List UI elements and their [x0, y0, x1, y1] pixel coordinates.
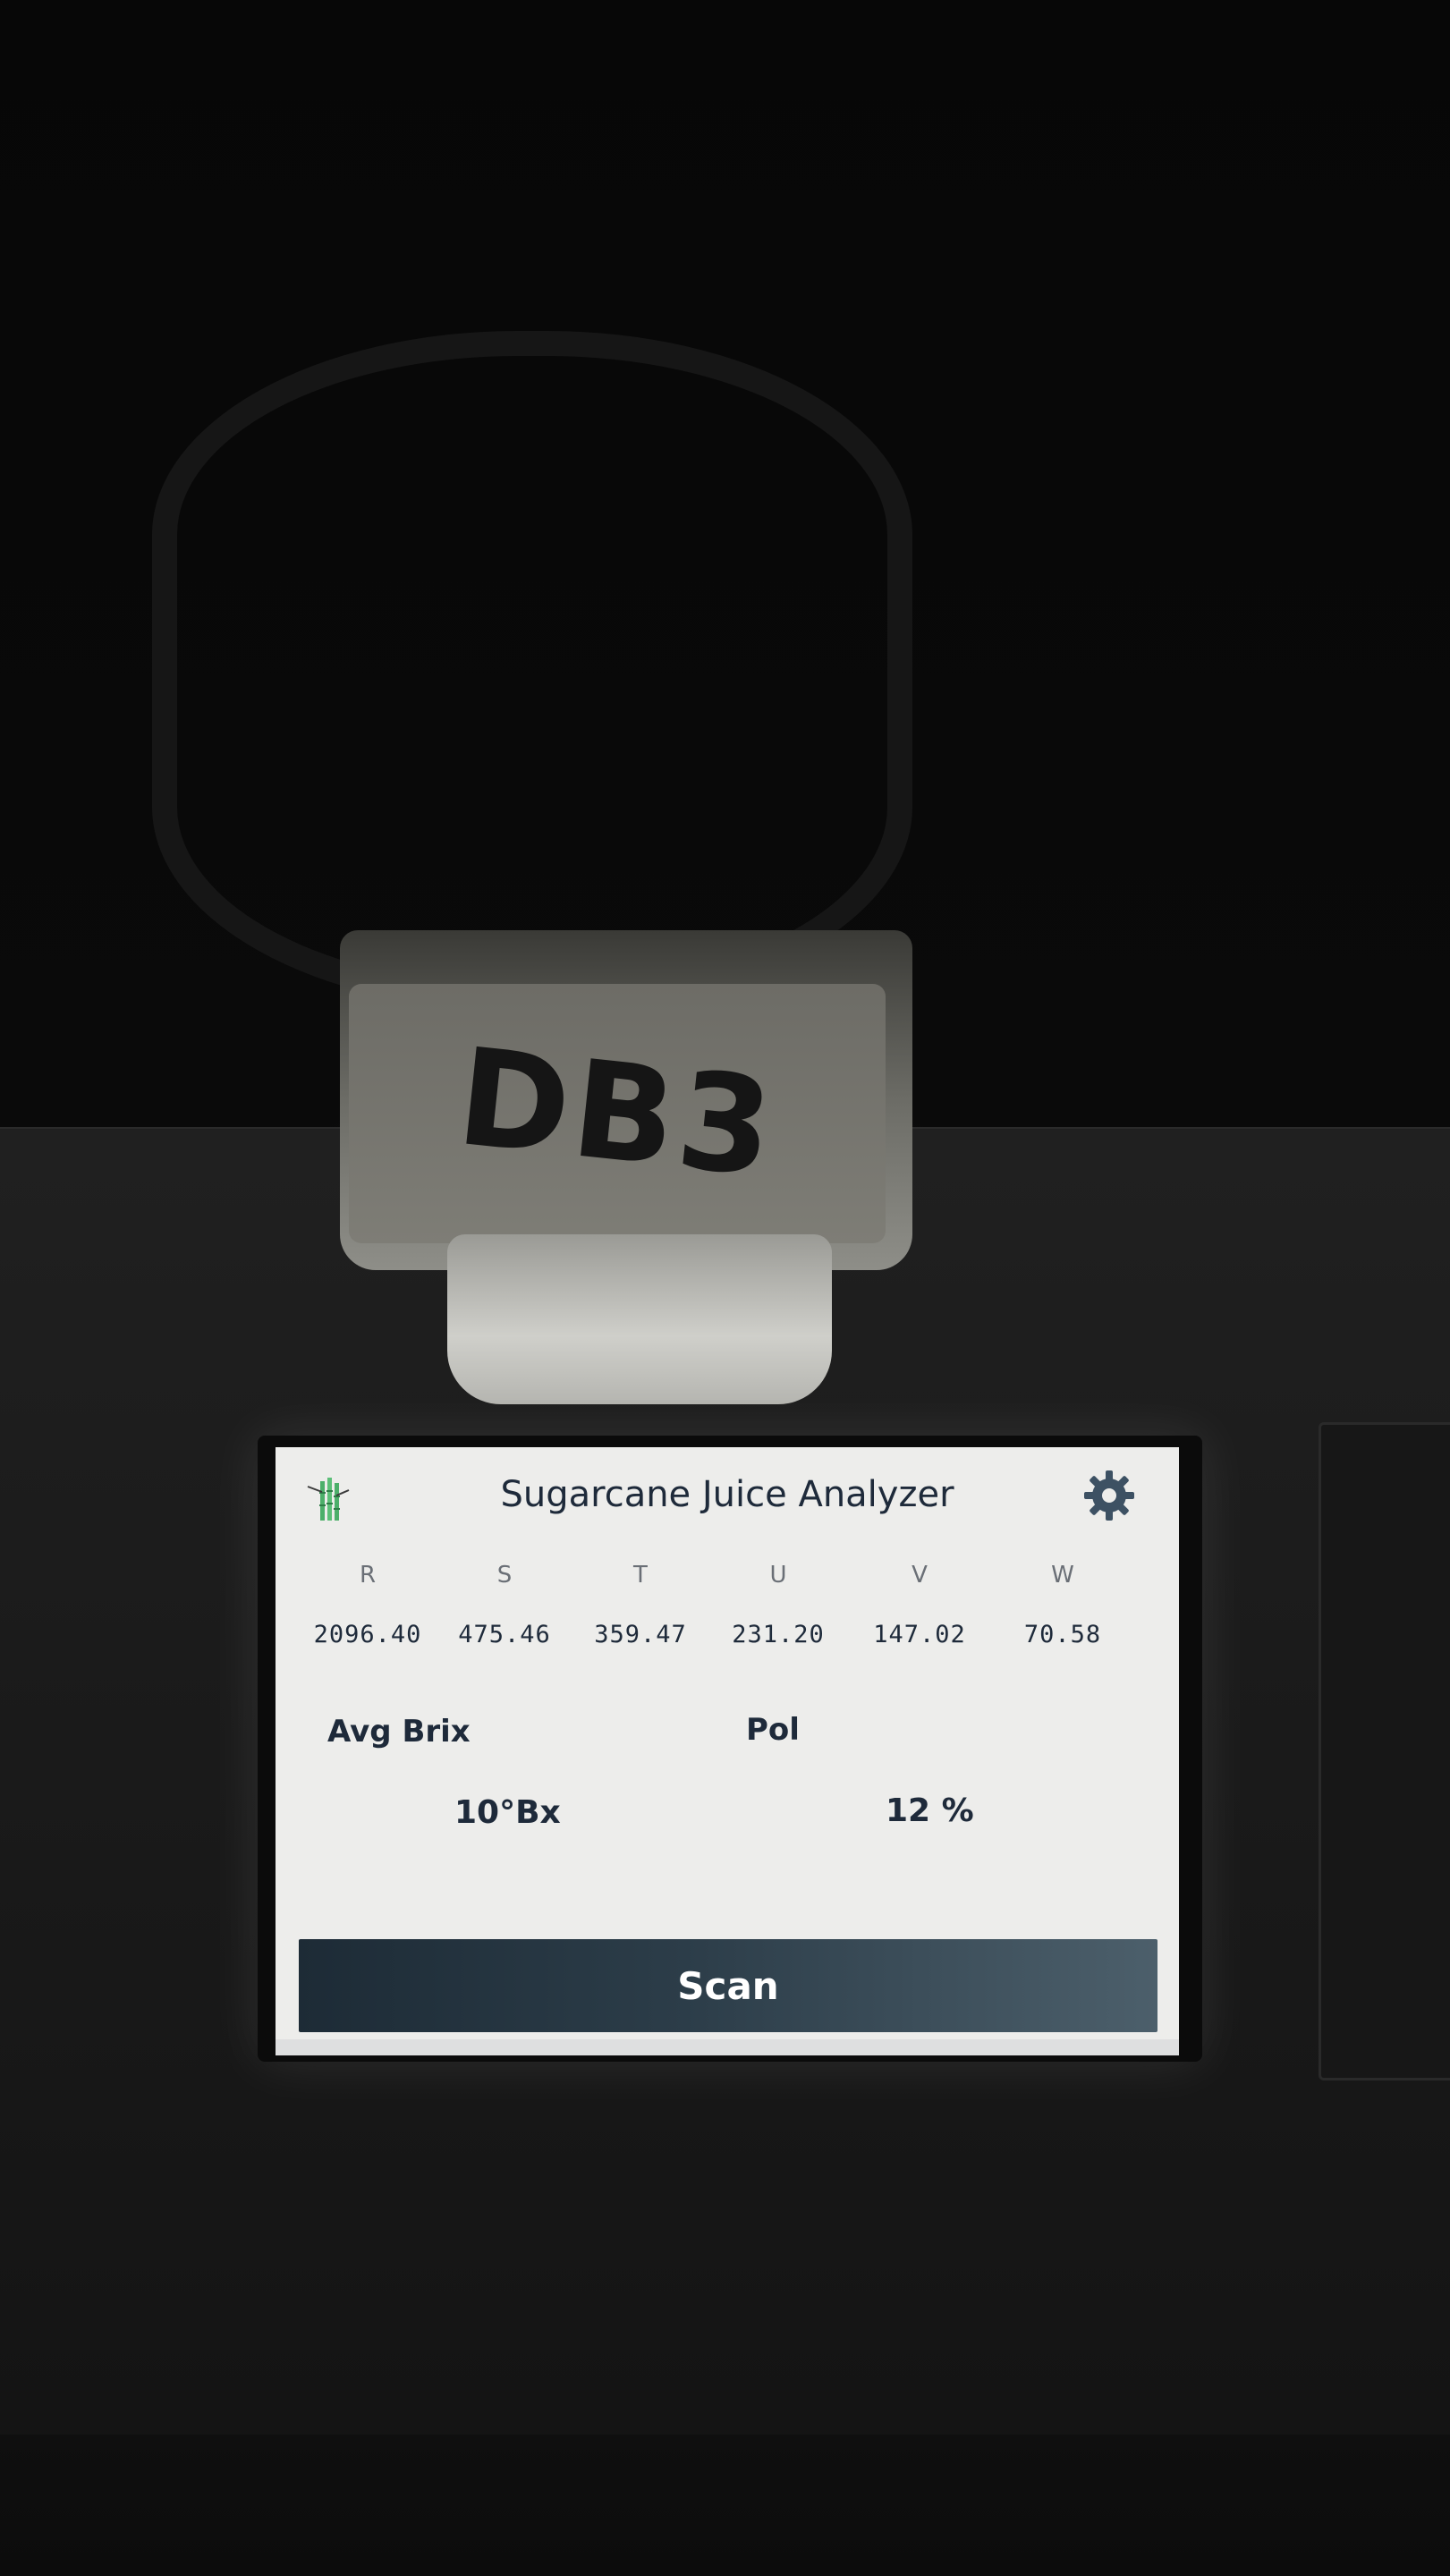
channel-s: S 475.46 — [433, 1562, 576, 1648]
device-side-panel — [1319, 1422, 1450, 2080]
screen-bottom-strip — [276, 2039, 1179, 2055]
channel-value: 147.02 — [873, 1621, 966, 1648]
photo-scene: DB3 Sugarcane Juice Analyzer R 2096.40 S… — [0, 0, 1450, 2576]
sample-container-label: DB3 — [349, 984, 886, 1243]
sample-container-rim — [152, 331, 912, 1011]
page-title: Sugarcane Juice Analyzer — [500, 1474, 954, 1515]
container-label-text: DB3 — [451, 1019, 784, 1208]
channel-label: R — [359, 1562, 377, 1589]
channel-w: W 70.58 — [991, 1562, 1134, 1648]
channel-value: 231.20 — [732, 1621, 825, 1648]
channel-value: 359.47 — [594, 1621, 687, 1648]
avg-brix-label: Avg Brix — [327, 1714, 471, 1750]
channel-r: R 2096.40 — [296, 1562, 439, 1648]
analyzer-screen: Sugarcane Juice Analyzer R 2096.40 S 475… — [276, 1447, 1179, 2055]
channel-value: 2096.40 — [313, 1621, 422, 1648]
pol-value: 12 % — [886, 1792, 974, 1829]
screen-header: Sugarcane Juice Analyzer — [276, 1447, 1179, 1546]
sample-container-base — [447, 1234, 832, 1404]
channel-label: W — [1051, 1562, 1074, 1589]
channel-t: T 359.47 — [569, 1562, 712, 1648]
gear-icon — [1082, 1469, 1136, 1527]
channel-label: U — [769, 1562, 787, 1589]
channel-label: V — [912, 1562, 928, 1589]
channel-v: V 147.02 — [848, 1562, 991, 1648]
settings-button[interactable] — [1075, 1463, 1143, 1531]
avg-brix-value: 10°Bx — [454, 1794, 561, 1831]
pol-label: Pol — [746, 1712, 800, 1748]
channel-u: U 231.20 — [707, 1562, 850, 1648]
channel-label: T — [633, 1562, 648, 1589]
scan-button[interactable]: Scan — [299, 1939, 1157, 2032]
channel-value: 475.46 — [458, 1621, 551, 1648]
channel-label: S — [496, 1562, 513, 1589]
channel-value: 70.58 — [1023, 1621, 1102, 1648]
channel-readings: R 2096.40 S 475.46 T 359.47 U 231.20 V 1… — [276, 1562, 1179, 1660]
